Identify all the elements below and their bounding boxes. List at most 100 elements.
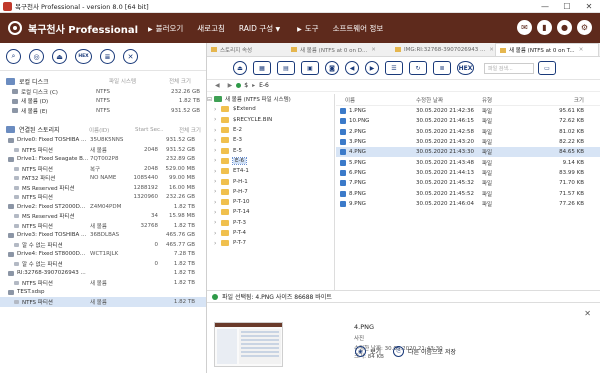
hex-icon[interactable]: HEX	[457, 61, 474, 75]
grid-icon[interactable]: ▤	[277, 61, 295, 75]
tree-folder[interactable]: › E-5	[207, 145, 334, 155]
partition-row[interactable]: NTFS 파티션 새 볼륨 32768 1.82 TB	[0, 221, 206, 231]
forward-icon[interactable]: ▶	[365, 61, 379, 75]
close-icon[interactable]: ✕	[584, 309, 591, 318]
local-disk-row[interactable]: 새 볼륨 (E) NTFS 931.52 GB	[0, 106, 206, 116]
breadcrumb-current[interactable]: E-6	[259, 82, 269, 89]
tab-close-icon[interactable]: ✕	[489, 47, 494, 53]
menu-tools[interactable]: ▶ 도구	[297, 23, 318, 34]
tree-folder[interactable]: › $RECYCLE.BIN	[207, 115, 334, 125]
tree-folder[interactable]: › E-6	[207, 156, 334, 166]
hex-icon[interactable]: HEX	[75, 49, 92, 64]
partition-row[interactable]: MS Reserved 파티션 1288192 16.00 MB	[0, 183, 206, 193]
partition-row[interactable]: 알 수 없는 파티션 0 465.77 GB	[0, 240, 206, 250]
back-arrow-icon[interactable]: ◀	[215, 82, 220, 89]
eject-icon[interactable]: ⏏	[233, 61, 247, 75]
tab-3[interactable]: 새 볼륨 (NTFS at 0 on T... ✕	[495, 43, 599, 56]
tab-1[interactable]: 새 볼륨 (NTFS at 0 on D... ✕	[287, 43, 391, 56]
tree-folder[interactable]: › P-H-1	[207, 176, 334, 186]
tree-folder[interactable]: › P-H-7	[207, 187, 334, 197]
file-row[interactable]: 7.PNG 30.05.2020 21:45:32 파일 71.70 KB	[336, 178, 600, 188]
filter-icon[interactable]: ☰	[385, 61, 403, 75]
storage-disk-row[interactable]: Drive1: Fixed Seagate B... 7QT002P8 232.89…	[0, 155, 206, 165]
expand-icon[interactable]: ›	[214, 209, 221, 216]
expand-icon[interactable]: ›	[214, 230, 221, 237]
user-icon[interactable]: ●	[557, 20, 572, 35]
maximize-button[interactable]: ☐	[556, 2, 578, 11]
tree-folder[interactable]: › E-3	[207, 135, 334, 145]
eject-icon[interactable]: ⏏	[52, 49, 67, 64]
header-size[interactable]: 크기	[512, 96, 594, 104]
partition-row[interactable]: NTFS 파티션 새 볼륨 1.82 TB	[0, 297, 206, 307]
refresh-icon[interactable]: ↻	[409, 61, 427, 75]
expand-icon[interactable]: ›	[214, 116, 221, 123]
list-icon[interactable]: ≣	[100, 49, 115, 64]
local-disk-row[interactable]: 새 볼륨 (D) NTFS 1.82 TB	[0, 97, 206, 107]
tree-root[interactable]: ⊟ 새 볼륨 (NTFS 파일 시스템)	[207, 94, 334, 104]
tab-2[interactable]: IMG:RI:32768-3907026943 ... ✕	[391, 43, 495, 56]
close-icon[interactable]: ✕	[123, 49, 138, 64]
expand-icon[interactable]: ›	[214, 127, 221, 134]
search-icon[interactable]: ⌕	[6, 49, 21, 64]
file-row[interactable]: 1.PNG 30.05.2020 21:42:36 파일 95.61 KB	[336, 106, 600, 116]
collapse-icon[interactable]: ⊟	[207, 96, 214, 103]
expand-icon[interactable]: ›	[214, 178, 221, 185]
storage-disk-row[interactable]: Drive4: Fixed ST8000D... WCT1RJLK 7.28 TB	[0, 250, 206, 260]
storage-disk-row[interactable]: Drive2: Fixed ST2000D... Z4M04PDM 1.82 TB	[0, 202, 206, 212]
preview-thumbnail[interactable]	[214, 322, 283, 367]
back-icon[interactable]: ◀	[345, 61, 359, 75]
file-row[interactable]: 6.PNG 30.05.2020 21:44:13 파일 83.99 KB	[336, 168, 600, 178]
header-date[interactable]: 수정한 날짜	[416, 96, 482, 104]
storage-disk-row[interactable]: TEST.sdsp	[0, 288, 206, 298]
expand-icon[interactable]: ›	[214, 219, 221, 226]
partition-row[interactable]: NTFS 파티션 새 볼륨 2048 931.52 GB	[0, 145, 206, 155]
header-name[interactable]: 이름	[336, 96, 416, 104]
tree-folder[interactable]: › $Extend	[207, 104, 334, 114]
forward-arrow-icon[interactable]: ▶	[228, 82, 233, 89]
file-row[interactable]: 3.PNG 30.05.2020 21:43:20 파일 82.22 KB	[336, 137, 600, 147]
tree-folder[interactable]: › P-T-10	[207, 197, 334, 207]
menu-load[interactable]: ▶ 불러오기	[148, 23, 183, 34]
breadcrumb-root[interactable]: $	[244, 82, 248, 89]
storage-disk-row[interactable]: RI:32768-3907026943 ... 1.82 TB	[0, 269, 206, 279]
menu-refresh[interactable]: 새로고침	[197, 23, 225, 34]
mail-icon[interactable]: ✉	[517, 20, 532, 35]
partition-row[interactable]: FAT32 파티션 NO NAME 1085440 99.00 MB	[0, 174, 206, 184]
file-row[interactable]: 2.PNG 30.05.2020 21:42:58 파일 81.02 KB	[336, 127, 600, 137]
file-row[interactable]: 10.PNG 30.05.2020 21:46:15 파일 72.62 KB	[336, 116, 600, 126]
menu-raid[interactable]: RAID 구성 ▼	[239, 23, 283, 34]
file-row[interactable]: 5.PNG 30.05.2020 21:43:48 파일 9.14 KB	[336, 157, 600, 167]
view-button[interactable]: ◉ 보기	[355, 346, 381, 357]
header-type[interactable]: 유형	[482, 96, 512, 104]
tab-0[interactable]: 스토리지 속성	[207, 43, 287, 56]
search-input[interactable]: 파일 검색...	[484, 62, 534, 74]
scan-icon[interactable]: ◎	[29, 49, 44, 64]
tree-folder[interactable]: › E-2	[207, 125, 334, 135]
partition-row[interactable]: NTFS 파티션 복구 2048 529.00 MB	[0, 164, 206, 174]
storage-disk-row[interactable]: Drive0: Fixed TOSHIBA ... 35U8K5NNS 931.52…	[0, 136, 206, 146]
file-row[interactable]: 4.PNG 30.05.2020 21:43:30 파일 84.65 KB	[336, 147, 600, 158]
file-row[interactable]: 9.PNG 30.05.2020 21:46:04 파일 77.26 KB	[336, 199, 600, 209]
menu-about[interactable]: 소프트웨어 정보	[333, 23, 384, 34]
view-icon[interactable]: ▦	[253, 61, 271, 75]
expand-icon[interactable]: ›	[214, 137, 221, 144]
expand-icon[interactable]: ›	[214, 147, 221, 154]
scan-icon[interactable]: ▣	[301, 61, 319, 75]
folder-icon[interactable]: ▭	[538, 61, 556, 75]
storage-disk-row[interactable]: Drive3: Fixed TOSHIBA ... 36BDLBAS 465.76 …	[0, 231, 206, 241]
minimize-button[interactable]: —	[534, 2, 556, 11]
partition-row[interactable]: NTFS 파티션 새 볼륨 1.82 TB	[0, 278, 206, 288]
partition-row[interactable]: MS Reserved 파티션 34 15.98 MB	[0, 212, 206, 222]
gear-icon[interactable]: ⚙	[577, 20, 592, 35]
tree-folder[interactable]: › ET4-1	[207, 166, 334, 176]
partition-row[interactable]: NTFS 파티션 1320960 232.26 GB	[0, 193, 206, 203]
binoculars-icon[interactable]: ◙	[325, 61, 339, 75]
expand-icon[interactable]: ›	[214, 199, 221, 206]
tree-folder[interactable]: › P-T-3	[207, 218, 334, 228]
expand-icon[interactable]: ›	[214, 106, 221, 113]
list-icon[interactable]: ≣	[433, 61, 451, 75]
tree-folder[interactable]: › P-T-14	[207, 207, 334, 217]
partition-row[interactable]: 알 수 없는 파티션 0 1.82 TB	[0, 259, 206, 269]
tree-folder[interactable]: › P-T-4	[207, 228, 334, 238]
expand-icon[interactable]: ›	[214, 240, 221, 247]
